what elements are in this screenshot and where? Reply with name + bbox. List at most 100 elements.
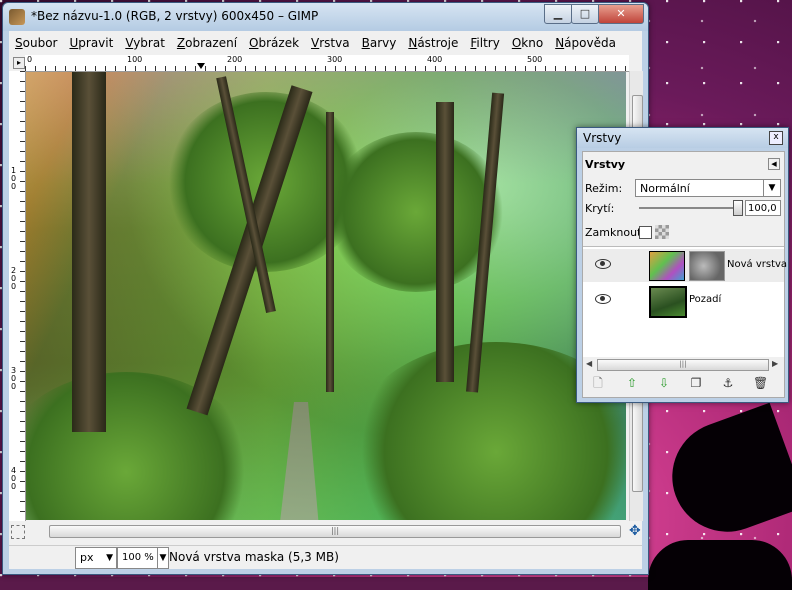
duplicate-layer-icon[interactable]: ❐ (689, 376, 703, 390)
menu-item[interactable]: Nástroje (408, 36, 458, 50)
desktop-wallpaper-shape-lower (648, 540, 792, 590)
horizontal-ruler[interactable]: 0 100 200 300 400 500 (25, 55, 629, 72)
close-button[interactable]: ✕ (598, 4, 644, 24)
window-client-area: Soubor Upravit Vybrat Zobrazení Obrázek Vrstv… (9, 31, 643, 569)
scroll-right-arrow-icon[interactable]: ▶ (772, 359, 778, 368)
layer-mask-thumbnail[interactable] (689, 251, 725, 281)
ruler-tick-label: 400 (11, 466, 17, 491)
ruler-tick-label: 0 (27, 55, 33, 64)
menu-item-mnemonic: O (511, 36, 522, 50)
menu-item-label: rstva (319, 36, 350, 50)
layers-dialog-body: Vrstvy ◀ Režim: Normální ▼ Krytí: 100,0 … (582, 151, 787, 398)
layer-row[interactable]: Nová vrstva (583, 249, 787, 282)
zoom-select-value: 100 % (122, 552, 154, 563)
layer-thumbnail[interactable] (649, 286, 687, 318)
opacity-slider-track[interactable] (639, 207, 741, 209)
unit-select[interactable]: px ▼ (75, 547, 117, 569)
menu-item[interactable]: Okno (512, 36, 543, 50)
canvas-tree-trunk (436, 102, 454, 382)
image-canvas[interactable] (26, 72, 626, 520)
layers-dialog-close-button[interactable]: x (769, 131, 783, 145)
gimp-image-window: *Bez názvu-1.0 (RGB, 2 vrstvy) 600x450 –… (2, 2, 649, 575)
ruler-tick-label: 300 (11, 366, 17, 391)
layers-toolbar: 🗋 ⇧ ⇩ ❐ ⚓ 🗑 (583, 374, 784, 394)
eye-visibility-icon[interactable] (595, 259, 611, 269)
menu-item-label: arvy (369, 36, 397, 50)
menu-item-label: obrazení (185, 36, 238, 50)
layer-name[interactable]: Pozadí (689, 294, 721, 305)
opacity-slider-thumb[interactable] (733, 200, 743, 216)
ruler-tick-label: 100 (11, 166, 17, 191)
opacity-label: Krytí: (585, 202, 615, 215)
statusbar: px ▼ 100 % ▼ Nová vrstva maska (5,3 MB) (9, 545, 642, 569)
window-title: *Bez názvu-1.0 (RGB, 2 vrstvy) 600x450 –… (31, 9, 319, 23)
layer-thumbnail[interactable] (649, 251, 685, 281)
mode-label: Režim: (585, 182, 623, 195)
quick-mask-menu-icon[interactable]: ▸ (13, 57, 25, 69)
menu-item[interactable]: Zobrazení (177, 36, 237, 50)
tab-menu-icon[interactable]: ◀ (768, 158, 780, 170)
pointer-position-marker (197, 63, 205, 69)
menu-item-mnemonic: N (555, 36, 565, 50)
menu-item[interactable]: Barvy (362, 36, 397, 50)
canvas-area: ▸ 0 100 200 300 400 500 100 200 300 400 (9, 55, 643, 545)
menu-item-label: iltry (476, 36, 500, 50)
opacity-spinbox[interactable]: 100,0 (745, 200, 781, 216)
raise-layer-icon[interactable]: ⇧ (625, 376, 639, 390)
layer-row[interactable]: Pozadí (583, 284, 784, 318)
new-layer-icon[interactable]: 🗋 (591, 376, 605, 390)
menu-item[interactable]: Soubor (15, 36, 57, 50)
menubar: Soubor Upravit Vybrat Zobrazení Obrázek Vrstv… (9, 31, 642, 55)
menu-item-label: ápověda (564, 36, 616, 50)
menu-item-mnemonic: Z (176, 36, 186, 50)
lock-alpha-icon[interactable] (655, 225, 669, 239)
mode-select-value: Normální (640, 182, 690, 195)
anchor-layer-icon[interactable]: ⚓ (721, 376, 735, 390)
layer-list-hscrollbar[interactable]: ||| (597, 359, 769, 371)
navigate-move-icon[interactable]: ✥ (629, 523, 641, 539)
desktop-wallpaper-shape (656, 402, 792, 548)
menu-item[interactable]: Nápověda (555, 36, 616, 50)
ruler-tick-label: 300 (327, 55, 343, 64)
horizontal-scrollbar[interactable]: ||| (49, 525, 621, 538)
lock-label: Zamknout: (585, 226, 646, 239)
menu-item-label: kno (521, 36, 544, 50)
mode-select[interactable]: Normální ▼ (635, 179, 781, 197)
chevron-down-icon: ▼ (106, 553, 113, 563)
horizontal-scroll-row: ||| ✥ (9, 523, 642, 539)
lock-pixels-checkbox[interactable] (639, 226, 652, 239)
window-controls: ▁ □ ✕ (544, 4, 644, 24)
status-message: Nová vrstva maska (5,3 MB) (169, 550, 339, 564)
canvas-foliage (26, 372, 256, 520)
menu-item-mnemonic: U (69, 36, 79, 50)
layer-name[interactable]: Nová vrstva (727, 259, 787, 270)
lower-layer-icon[interactable]: ⇩ (657, 376, 671, 390)
layers-tab-header: Vrstvy (585, 158, 626, 171)
ruler-tick-label: 500 (527, 55, 543, 64)
window-titlebar[interactable]: *Bez názvu-1.0 (RGB, 2 vrstvy) 600x450 –… (3, 3, 648, 31)
unit-select-value: px (80, 551, 94, 564)
layers-dialog-titlebar[interactable]: Vrstvy x (577, 128, 788, 148)
menu-item-label: pravit (78, 36, 114, 50)
menu-item[interactable]: Vybrat (125, 36, 165, 50)
menu-item[interactable]: Filtry (470, 36, 499, 50)
maximize-button[interactable]: □ (571, 4, 599, 24)
delete-layer-icon[interactable]: 🗑 (753, 376, 768, 390)
menu-item-label: ybrat (133, 36, 165, 50)
eye-visibility-icon[interactable] (595, 294, 611, 304)
zoom-select[interactable]: 100 % ▼ (117, 547, 169, 569)
zoom-image-when-window-size-changes-icon[interactable] (11, 525, 25, 539)
menu-item[interactable]: Obrázek (249, 36, 299, 50)
menu-item-mnemonic: B (361, 36, 370, 50)
minimize-button[interactable]: ▁ (544, 4, 572, 24)
canvas-tree-trunk (72, 72, 106, 432)
canvas-forest-path (280, 402, 319, 520)
scroll-left-arrow-icon[interactable]: ◀ (586, 359, 592, 368)
ruler-tick-label: 200 (11, 266, 17, 291)
vertical-ruler[interactable]: 100 200 300 400 (9, 71, 26, 521)
ruler-tick-label: 200 (227, 55, 243, 64)
layers-dialog-title: Vrstvy (583, 131, 622, 145)
menu-item[interactable]: Upravit (69, 36, 113, 50)
canvas-tree-trunk (326, 112, 334, 392)
menu-item[interactable]: Vrstva (311, 36, 350, 50)
